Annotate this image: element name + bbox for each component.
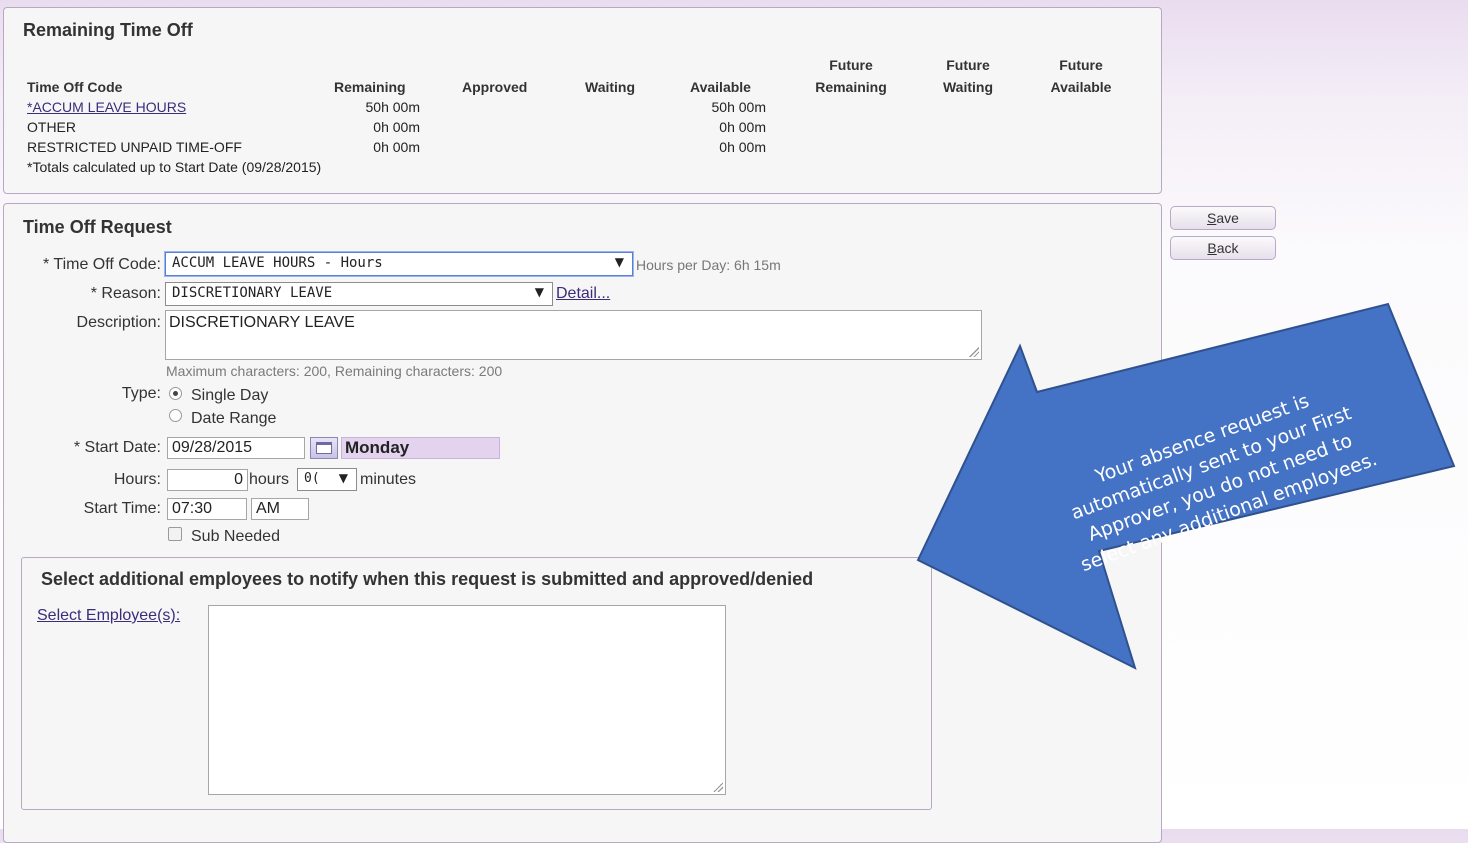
arrow-shape (916, 302, 1456, 670)
callout-arrow: Your absence request is automatically se… (916, 302, 1456, 670)
